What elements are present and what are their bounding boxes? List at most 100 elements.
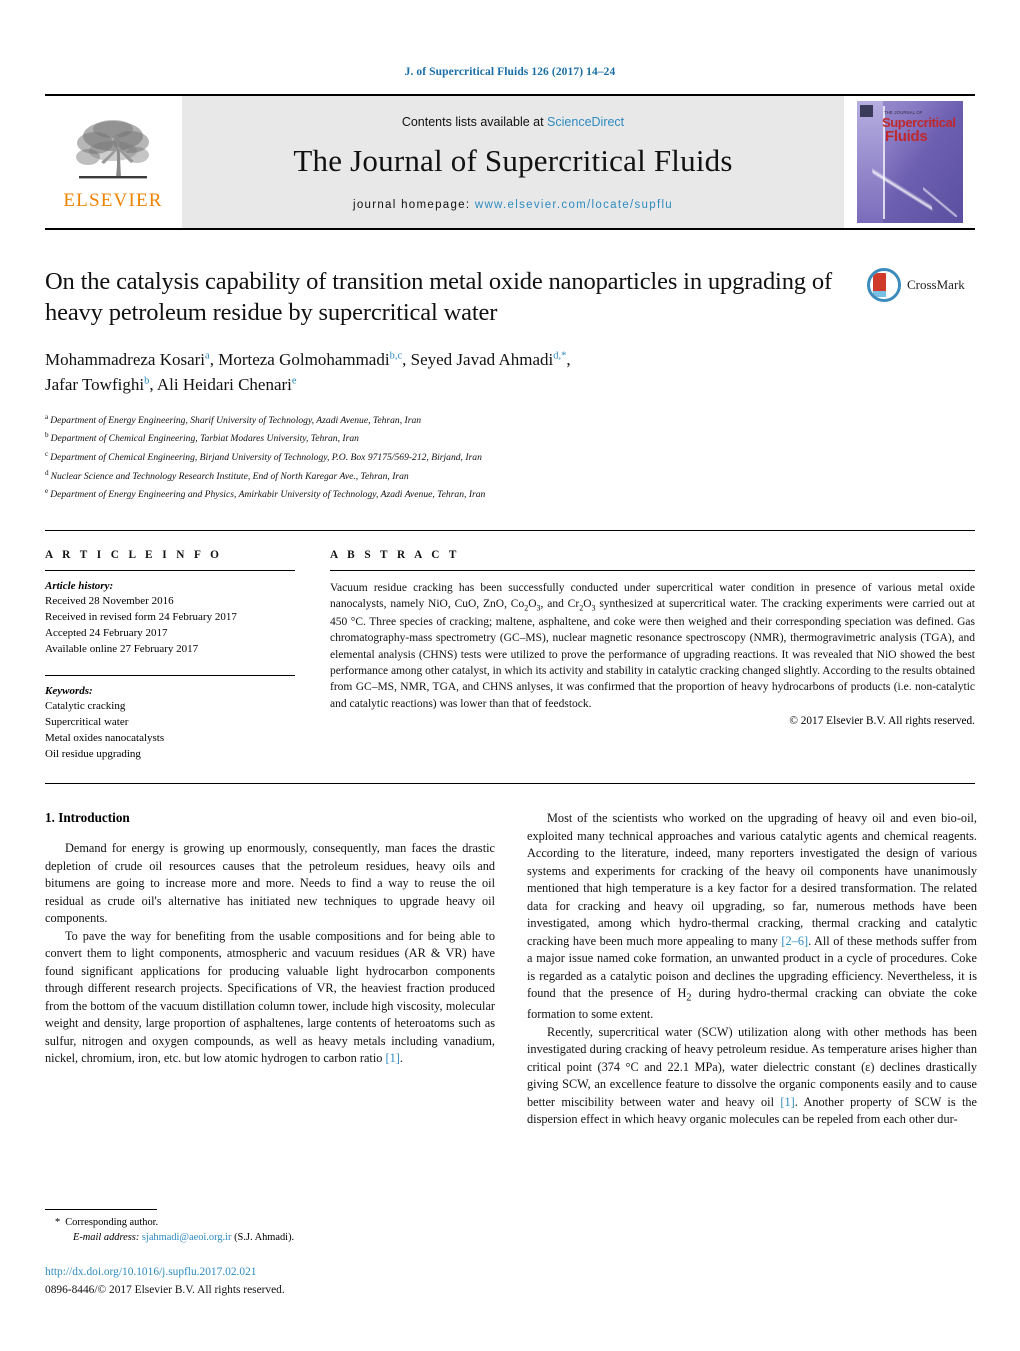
section-heading-introduction: 1. Introduction — [45, 810, 130, 826]
paragraph: Most of the scientists who worked on the… — [527, 810, 977, 1024]
affiliation-mark: d — [45, 468, 49, 477]
paragraph-text: Most of the scientists who worked on the… — [527, 811, 977, 948]
keyword-item: Metal oxides nanocatalysts — [45, 731, 165, 744]
author-2: Morteza Golmohammadi — [218, 350, 390, 370]
doi-block: http://dx.doi.org/10.1016/j.supflu.2017.… — [45, 1264, 495, 1299]
abstract-divider — [330, 569, 975, 571]
citation-link[interactable]: [1] — [385, 1051, 399, 1065]
affiliation-mark: b — [45, 431, 49, 440]
citation-link[interactable]: [1] — [780, 1095, 794, 1109]
body-right-column: Most of the scientists who worked on the… — [527, 810, 977, 1129]
article-history-item: Available online 27 February 2017 — [45, 643, 199, 656]
affiliation-text: Nuclear Science and Technology Research … — [50, 470, 409, 482]
affiliation-text: Department of Chemical Engineering, Birj… — [50, 452, 482, 464]
affiliation-item: d Nuclear Science and Technology Research… — [45, 467, 975, 486]
title-area: On the catalysis capability of transitio… — [45, 266, 975, 328]
affiliation-item: b Department of Chemical Engineering, Tar… — [45, 429, 975, 448]
crossmark-icon — [867, 268, 901, 302]
doi-link[interactable]: http://dx.doi.org/10.1016/j.supflu.2017.… — [45, 1264, 495, 1281]
article-info-heading: A R T I C L E I N F O — [45, 548, 223, 561]
article-history-item: Accepted 24 February 2017 — [45, 627, 168, 640]
paragraph: Demand for energy is growing up enormous… — [45, 841, 495, 926]
abstract-part-2: O — [528, 598, 537, 611]
journal-cover-thumbnail: THE JOURNAL OF Supercritical Fluids — [845, 96, 975, 228]
keyword-item: Oil residue upgrading — [45, 748, 141, 761]
homepage-prefix: journal homepage: — [352, 199, 475, 211]
author-2-affiliation-mark: b,c — [389, 350, 403, 362]
article-info-divider — [45, 569, 295, 571]
keywords-divider — [45, 674, 295, 676]
abstract-copyright: © 2017 Elsevier B.V. All rights reserved… — [789, 714, 975, 727]
body-left-column: 1. Introduction Demand for energy is gro… — [45, 810, 495, 1129]
affiliation-mark: e — [45, 487, 49, 496]
article-history-heading: Article history: — [45, 579, 114, 592]
abstract-part-3: , and Cr — [540, 598, 580, 611]
affiliation-item: c Department of Chemical Engineering, Bir… — [45, 448, 975, 467]
sciencedirect-link[interactable]: ScienceDirect — [547, 115, 624, 129]
affiliation-mark: a — [45, 412, 49, 421]
author-3-affiliation-mark: d,* — [553, 350, 567, 362]
author-5-affiliation-mark: e — [291, 375, 297, 387]
footnote-divider — [45, 1208, 157, 1210]
footnote-block: * Corresponding author. E-mail address: s… — [45, 1208, 495, 1299]
abstract-body: Vacuum residue cracking has been success… — [330, 580, 975, 712]
email-owner: (S.J. Ahmadi). — [234, 1232, 295, 1244]
keywords-heading: Keywords: — [45, 684, 93, 697]
abstract-heading: A B S T R A C T — [330, 548, 460, 561]
email-note: E-mail address: sjahmadi@aeoi.org.ir (S.… — [45, 1230, 495, 1246]
contents-prefix: Contents lists available at — [401, 115, 548, 129]
author-4: Jafar Towfighi — [45, 374, 145, 394]
corresponding-author-note: * Corresponding author. — [45, 1215, 495, 1231]
abstract-part-5: synthesized at supercritical water. The … — [330, 598, 975, 710]
abstract-column: A B S T R A C T Vacuum residue cracking … — [330, 549, 975, 762]
author-1-affiliation-mark: a — [205, 350, 210, 362]
cover-title-line2: Fluids — [885, 128, 928, 145]
affiliation-text: Department of Energy Engineering and Phy… — [50, 489, 486, 501]
author-5: Ali Heidari Chenari — [156, 374, 292, 394]
cover-publisher-mark — [860, 105, 873, 117]
journal-cover-image: THE JOURNAL OF Supercritical Fluids — [857, 101, 963, 223]
contents-available-line: Contents lists available at ScienceDirec… — [402, 115, 624, 129]
email-link[interactable]: sjahmadi@aeoi.org.ir — [142, 1232, 232, 1243]
crossmark-label: CrossMark — [907, 277, 965, 292]
author-1: Mohammadreza Kosari — [45, 350, 206, 370]
paragraph: To pave the way for benefiting from the … — [45, 928, 495, 1068]
author-3: Seyed Javad Ahmadi — [410, 350, 554, 370]
affiliation-item: a Department of Energy Engineering, Shari… — [45, 411, 975, 430]
cover-crystal-graphic-secondary — [923, 187, 957, 217]
elsevier-wordmark: ELSEVIER — [63, 190, 163, 211]
affiliation-text: Department of Energy Engineering, Sharif… — [50, 414, 422, 426]
running-head: J. of Supercritical Fluids 126 (2017) 14… — [404, 66, 616, 78]
page-title: On the catalysis capability of transitio… — [45, 268, 832, 327]
affiliation-mark: c — [45, 449, 49, 458]
paragraph-text: To pave the way for benefiting from the … — [45, 928, 495, 1066]
article-history-item: Received 28 November 2016 — [45, 594, 174, 607]
keyword-item: Catalytic cracking — [45, 699, 126, 712]
body-top-divider — [45, 783, 975, 785]
journal-title: The Journal of Supercritical Fluids — [293, 143, 733, 178]
journal-homepage-line: journal homepage: www.elsevier.com/locat… — [353, 199, 673, 211]
email-label: E-mail address: — [73, 1232, 140, 1244]
journal-homepage-link[interactable]: www.elsevier.com/locate/supflu — [475, 199, 673, 211]
author-list: Mohammadreza Kosaria, Morteza Golmohamma… — [45, 350, 571, 394]
keyword-item: Supercritical water — [45, 715, 129, 728]
article-history-item: Received in revised form 24 February 201… — [45, 611, 237, 624]
citation-link[interactable]: [2–6] — [781, 934, 808, 948]
paragraph: Recently, supercritical water (SCW) util… — [527, 1024, 977, 1129]
affiliation-text: Department of Chemical Engineering, Tarb… — [50, 433, 359, 445]
masthead-center: Contents lists available at ScienceDirec… — [181, 96, 845, 228]
affiliation-item: e Department of Energy Engineering and Ph… — [45, 485, 975, 504]
body-columns: 1. Introduction Demand for energy is gro… — [45, 810, 977, 1129]
corresponding-author-label: Corresponding author. — [65, 1216, 159, 1228]
elsevier-logo: ELSEVIER — [45, 96, 181, 228]
corresponding-author-marker: * — [55, 1216, 61, 1228]
paragraph-text-tail: . — [399, 1051, 403, 1066]
crossmark-badge[interactable]: CrossMark — [867, 268, 975, 302]
journal-masthead: ELSEVIER Contents lists available at Sci… — [45, 94, 975, 230]
article-first-page: J. of Supercritical Fluids 126 (2017) 14… — [0, 0, 1020, 1351]
article-info-column: A R T I C L E I N F O Article history: R… — [45, 549, 295, 762]
issn-copyright-line: 0896-8446/© 2017 Elsevier B.V. All right… — [45, 1284, 285, 1297]
affiliation-list: a Department of Energy Engineering, Shari… — [45, 411, 975, 504]
elsevier-tree-icon — [76, 120, 149, 179]
